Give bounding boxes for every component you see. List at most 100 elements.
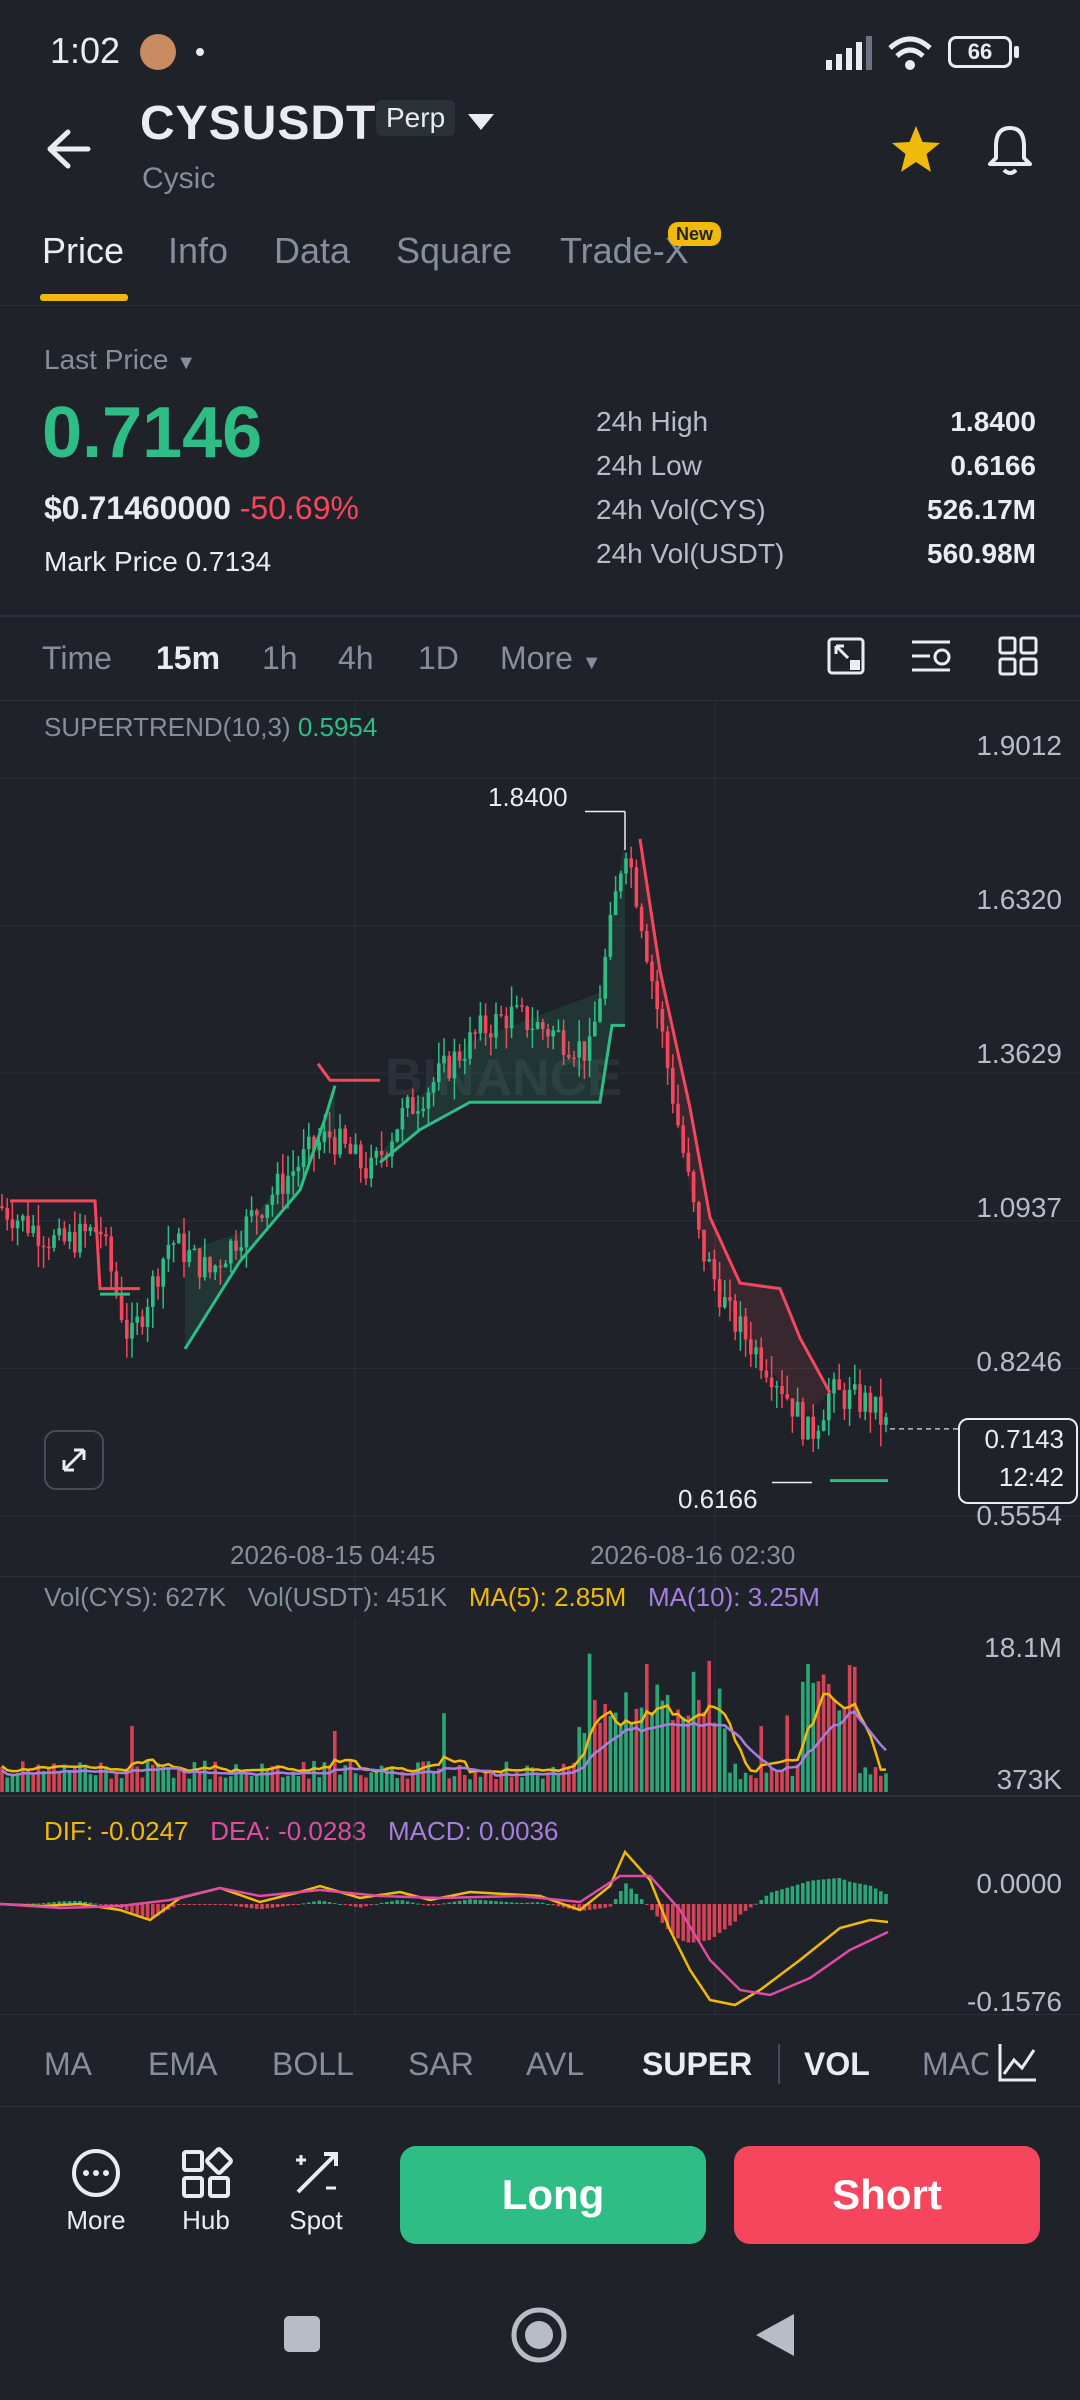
tab-data[interactable]: Data — [274, 230, 350, 272]
mark-price-row: Mark Price 0.7134 — [44, 546, 271, 578]
macd-histogram-bar — [515, 1902, 519, 1904]
spot-swap-icon — [296, 2152, 338, 2194]
timeframe-4h[interactable]: 4h — [338, 640, 374, 677]
candle-body — [520, 1005, 524, 1007]
candle-body — [177, 1233, 181, 1244]
macd-histogram-bar — [743, 1904, 748, 1911]
candle-body — [868, 1392, 873, 1413]
home-icon[interactable] — [510, 2306, 568, 2364]
macd-y-top: 0.0000 — [976, 1868, 1062, 1899]
macd-histogram-bar — [275, 1904, 280, 1908]
macd-histogram-bar — [879, 1891, 883, 1904]
symbol-dropdown-icon[interactable] — [466, 112, 496, 132]
macd-histogram-bar — [93, 1903, 98, 1905]
asset-name: Cysic — [142, 162, 216, 195]
indicator-tab-macd[interactable]: MAC — [922, 2046, 988, 2083]
macd-histogram-bar — [296, 1904, 301, 1905]
volume-bar — [312, 1760, 316, 1792]
price-change-percent: -50.69% — [239, 490, 359, 526]
stat-value-vol-usdt: 560.98M — [927, 538, 1036, 569]
tab-price[interactable]: Price — [42, 230, 124, 272]
stat-value-low: 0.6166 — [950, 450, 1036, 481]
y-tick-6: 0.5554 — [976, 1500, 1062, 1531]
timeframe-more[interactable]: More ▼ — [500, 640, 602, 677]
indicator-tab-ema[interactable]: EMA — [148, 2046, 217, 2083]
volume-bar — [93, 1775, 98, 1792]
volume-bar — [145, 1760, 150, 1792]
notification-dot — [196, 48, 204, 56]
volume-bar — [374, 1771, 379, 1792]
volume-bar — [187, 1778, 191, 1792]
volume-bar — [785, 1715, 789, 1792]
indicator-tab-ma[interactable]: MA — [44, 2046, 92, 2083]
long-button[interactable]: Long — [400, 2146, 706, 2244]
chart-fullscreen-icon[interactable] — [826, 636, 866, 676]
tab-square[interactable]: Square — [396, 230, 512, 272]
macd-histogram-bar — [437, 1904, 441, 1905]
volume-bar — [629, 1721, 633, 1792]
timeframe-1d[interactable]: 1D — [418, 640, 459, 677]
volume-bar — [603, 1703, 607, 1792]
volume-bar — [707, 1660, 711, 1792]
grid-layout-icon[interactable] — [998, 636, 1038, 676]
back-arrow-icon[interactable] — [44, 128, 92, 170]
macd-histogram-bar — [723, 1904, 727, 1930]
expand-chart-button[interactable] — [44, 1430, 104, 1490]
hub-icon — [182, 2147, 233, 2198]
volume-bar — [369, 1772, 373, 1792]
price-type-selector[interactable]: Last Price ▼ — [44, 344, 196, 376]
volume-bar — [5, 1777, 9, 1792]
tab-info[interactable]: Info — [168, 230, 228, 272]
symbol-title[interactable]: CYSUSDT — [140, 96, 376, 151]
chart-settings-icon[interactable] — [910, 636, 954, 676]
candlestick-chart[interactable]: BINANCE — [0, 700, 1080, 1590]
perp-badge: Perp — [376, 100, 456, 136]
candle-body — [811, 1416, 815, 1439]
macd-histogram-bar — [135, 1904, 139, 1915]
indicator-chart-icon[interactable] — [996, 2040, 1040, 2084]
indicator-tab-boll[interactable]: BOLL — [272, 2046, 354, 2083]
macd-histogram-bar — [759, 1900, 763, 1904]
timeframe-time[interactable]: Time — [42, 640, 112, 677]
macd-histogram-bar — [816, 1879, 821, 1904]
back-nav-icon[interactable] — [752, 2310, 798, 2360]
macd-histogram-bar — [322, 1901, 327, 1904]
volume-bar — [832, 1698, 836, 1792]
candle-body — [483, 1015, 488, 1034]
indicator-tab-super[interactable]: SUPER — [642, 2046, 752, 2083]
favorite-star-icon[interactable] — [890, 124, 942, 176]
macd-histogram-bar — [697, 1904, 701, 1942]
macd-histogram-bar — [416, 1903, 420, 1905]
candle-body — [0, 1206, 4, 1208]
macd-histogram-bar — [208, 1904, 212, 1905]
volume-bar — [816, 1681, 821, 1792]
volume-bar — [858, 1773, 862, 1792]
indicator-tab-vol[interactable]: VOL — [804, 2046, 870, 2083]
hub-button[interactable]: Hub — [156, 2146, 256, 2236]
recent-apps-icon[interactable] — [284, 2316, 320, 2352]
macd-histogram-bar — [608, 1904, 613, 1907]
candle-body — [41, 1245, 46, 1248]
candle-body — [359, 1144, 363, 1169]
timeframe-15m[interactable]: 15m — [156, 640, 220, 677]
volume-bar — [801, 1681, 805, 1792]
short-button[interactable]: Short — [734, 2146, 1040, 2244]
indicator-tab-sar[interactable]: SAR — [408, 2046, 474, 2083]
volume-bar — [608, 1715, 613, 1792]
volume-bar — [223, 1777, 228, 1792]
candle-body — [405, 1097, 410, 1109]
more-button[interactable]: More — [46, 2146, 146, 2236]
bell-icon[interactable] — [984, 122, 1036, 178]
candle-body — [858, 1384, 862, 1412]
volume-bar — [317, 1777, 321, 1792]
macd-histogram-bar — [104, 1904, 108, 1906]
volume-bar — [624, 1692, 628, 1792]
spot-button[interactable]: Spot — [266, 2146, 366, 2236]
timeframe-1h[interactable]: 1h — [262, 640, 298, 677]
volume-bar — [613, 1712, 618, 1792]
macd-histogram-bar — [530, 1902, 535, 1904]
indicator-tab-avl[interactable]: AVL — [526, 2046, 584, 2083]
candle-body — [879, 1396, 883, 1425]
macd-histogram-bar — [88, 1902, 93, 1904]
macd-histogram-bar — [359, 1904, 363, 1908]
